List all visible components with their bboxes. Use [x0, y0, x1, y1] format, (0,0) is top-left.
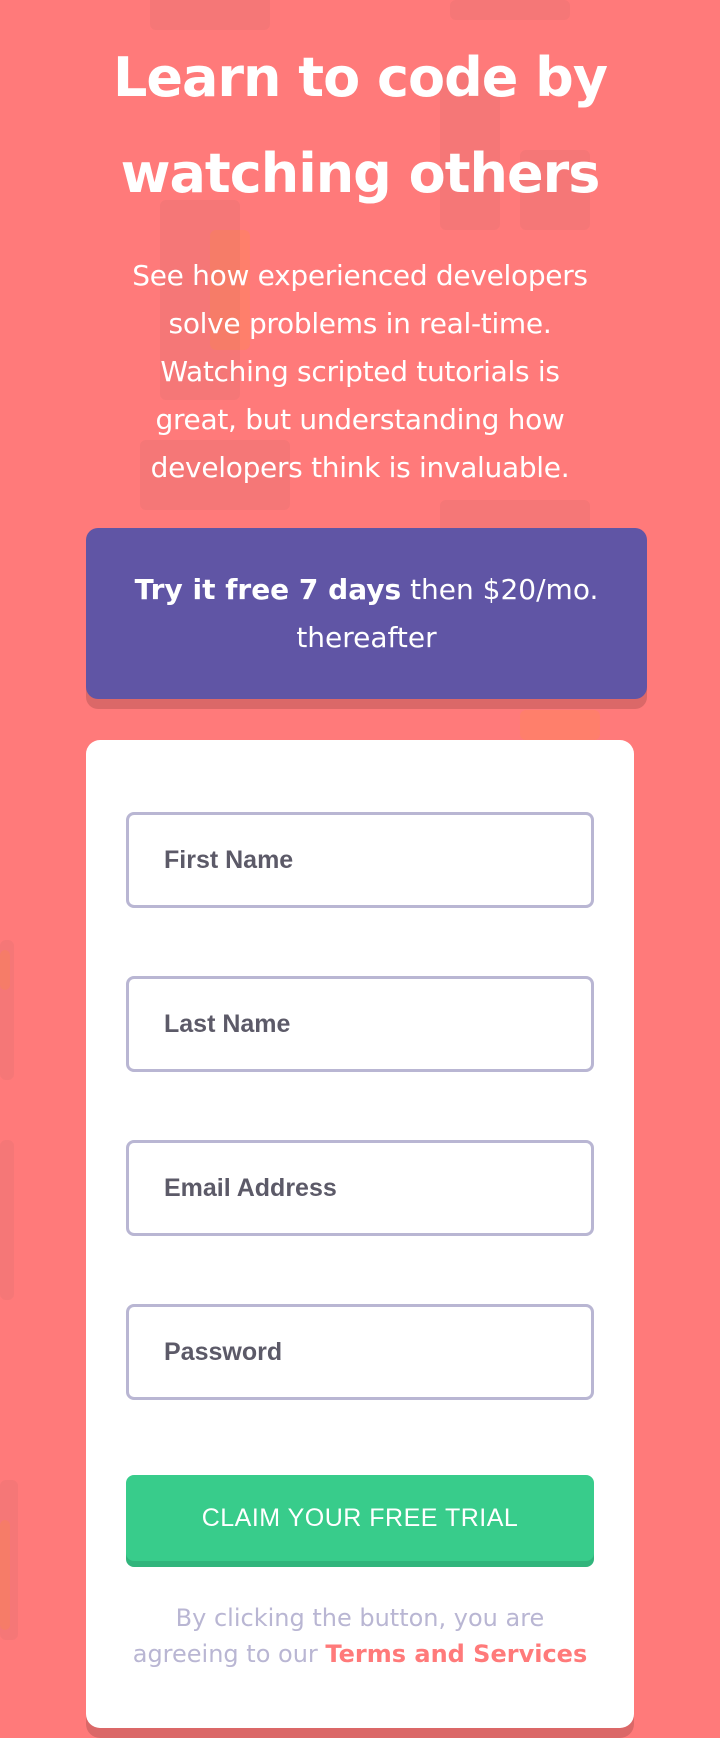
email-field[interactable]: [126, 1140, 594, 1236]
title-line-1: Learn to code by: [112, 46, 608, 109]
password-input[interactable]: [162, 1336, 591, 1368]
signup-form: CLAIM YOUR FREE TRIAL By clicking the bu…: [86, 740, 634, 1728]
pricing-line-2: thereafter: [296, 621, 437, 654]
intro-text: See how experienced developers solve prob…: [80, 252, 640, 492]
intro-line-3: Watching scripted tutorials is: [160, 355, 560, 388]
last-name-input[interactable]: [162, 1008, 591, 1040]
intro-line-5: developers think is invaluable.: [150, 451, 570, 484]
email-input[interactable]: [162, 1172, 591, 1204]
intro-line-1: See how experienced developers: [132, 259, 588, 292]
first-name-input[interactable]: [162, 844, 591, 876]
terms-line-1: By clicking the button, you are: [175, 1604, 545, 1632]
claim-trial-button[interactable]: CLAIM YOUR FREE TRIAL: [126, 1475, 594, 1561]
intro-line-4: great, but understanding how: [155, 403, 565, 436]
last-name-field[interactable]: [126, 976, 594, 1072]
pricing-highlight: Try it free 7 days: [134, 573, 402, 606]
first-name-field[interactable]: [126, 812, 594, 908]
pricing-banner: Try it free 7 days then $20/mo. thereaft…: [86, 528, 647, 699]
title-line-2: watching others: [120, 142, 601, 205]
terms-line-2-prefix: agreeing to our: [132, 1640, 318, 1668]
terms-link[interactable]: Terms and Services: [325, 1640, 587, 1668]
terms-note: By clicking the button, you are agreeing …: [126, 1600, 594, 1672]
pricing-rest: then $20/mo.: [410, 573, 599, 606]
page-title: Learn to code by watching others: [60, 30, 660, 222]
password-field[interactable]: [126, 1304, 594, 1400]
intro-line-2: solve problems in real-time.: [168, 307, 552, 340]
